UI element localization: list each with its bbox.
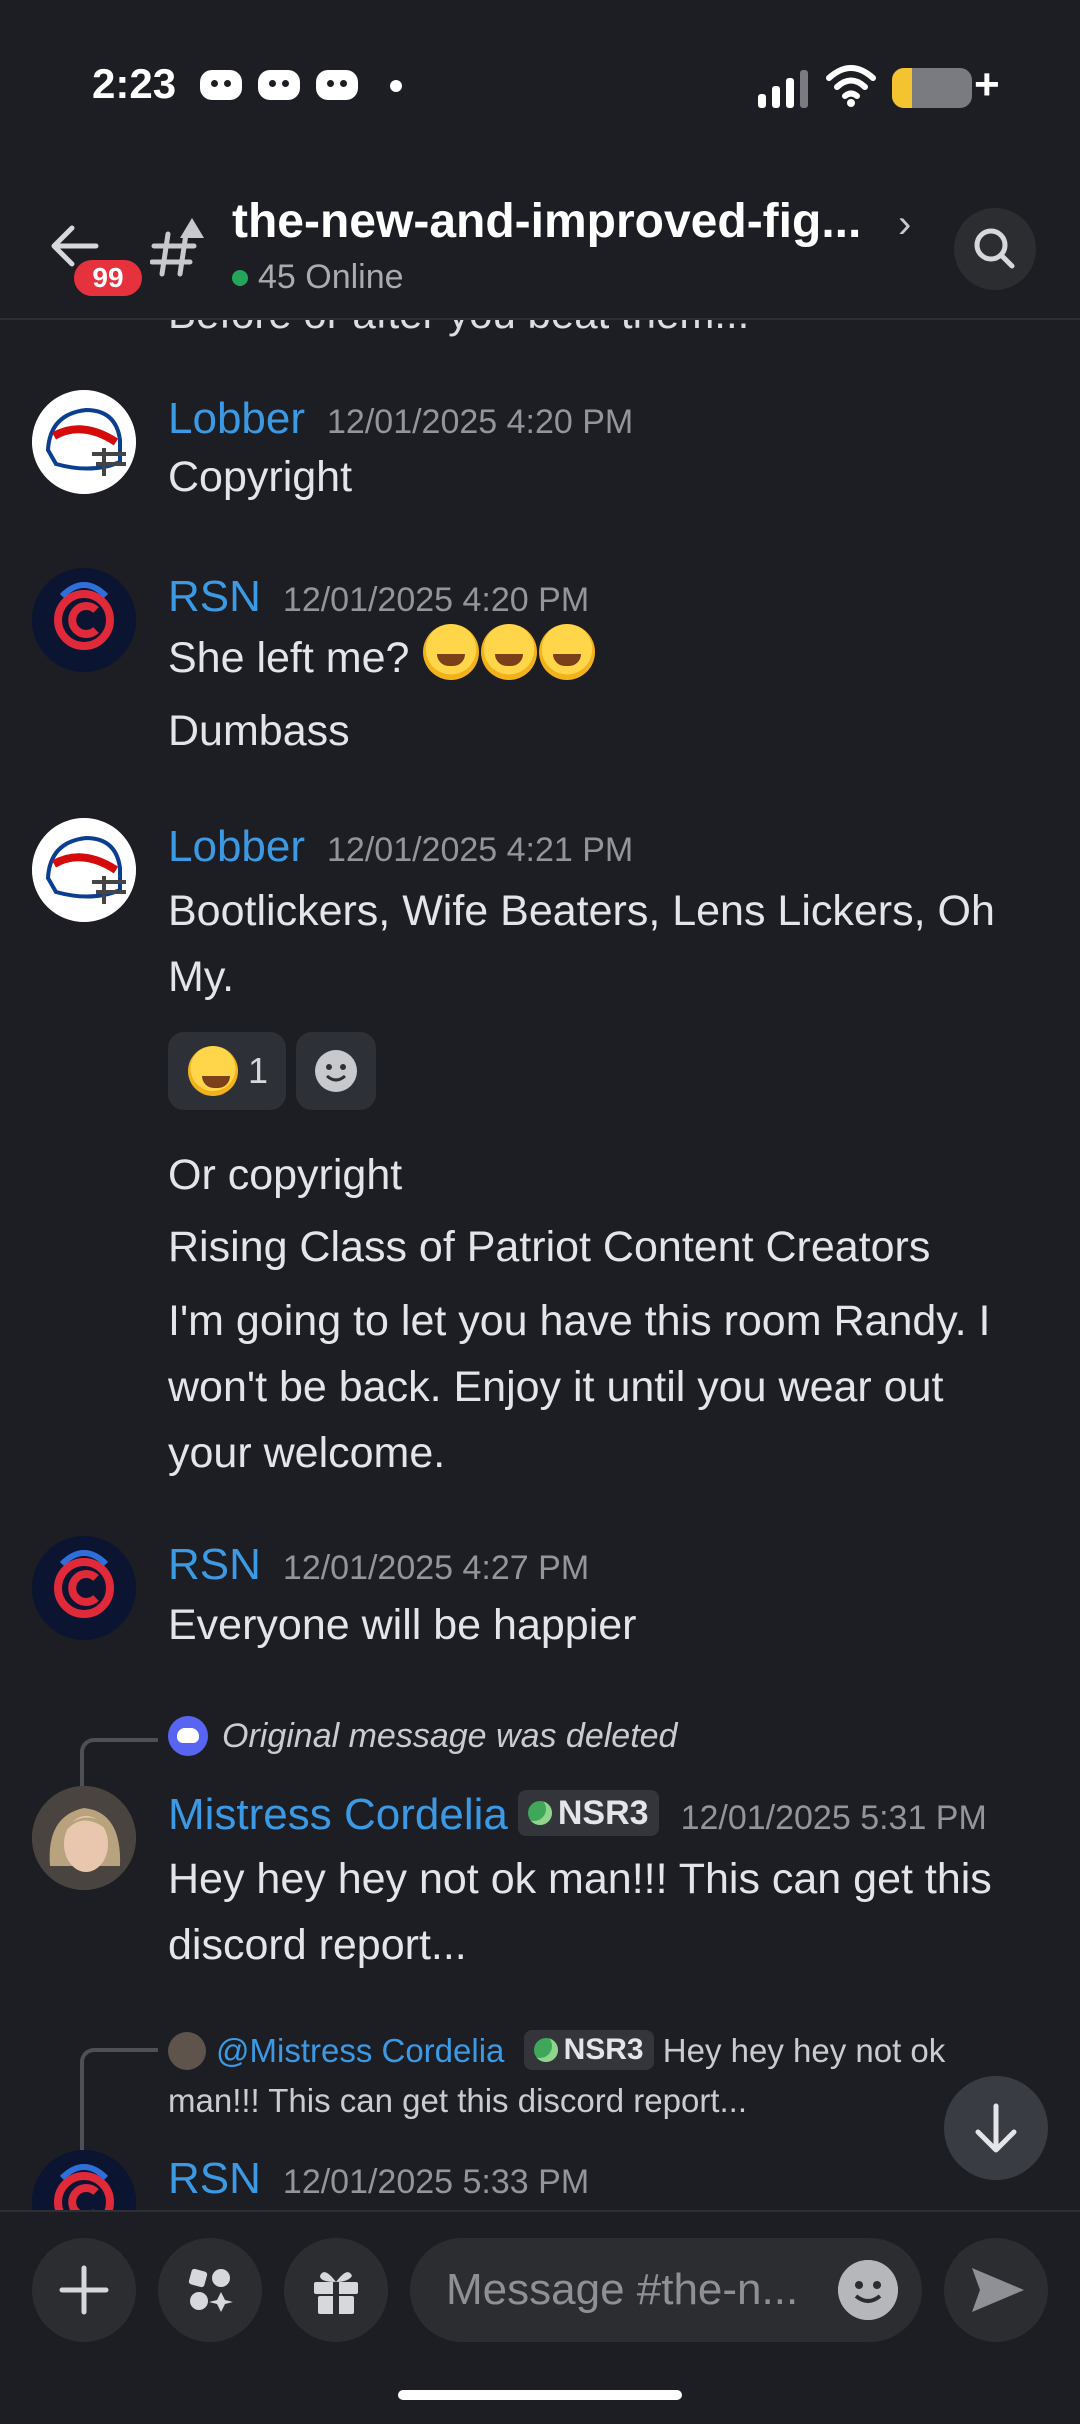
message-text: I'm going to let you have this room Rand… <box>168 1297 991 1345</box>
online-text: 45 Online <box>258 258 404 296</box>
status-time: 2:23 <box>92 60 177 107</box>
message-text: She left me? <box>168 624 596 691</box>
message-text: Bootlickers, Wife Beaters, Lens Lickers,… <box>168 887 995 935</box>
send-icon[interactable] <box>944 2238 1048 2342</box>
role-tag-label: NSR3 <box>557 1793 649 1832</box>
gift-icon[interactable] <box>284 2238 388 2342</box>
message-text: Hey hey hey not ok man!!! This can get t… <box>168 1855 992 1903</box>
author-name[interactable]: Mistress Cordelia <box>168 1790 508 1839</box>
signal-icon <box>758 68 808 108</box>
rofl-emoji-icon <box>481 624 538 680</box>
username[interactable]: RSN 12/01/2025 4:20 PM <box>168 572 589 622</box>
leaf-icon <box>527 1801 552 1825</box>
thread-hash-icon <box>150 218 204 277</box>
mini-avatar <box>168 2032 206 2070</box>
message-text-span: She left me? <box>168 634 410 682</box>
wifi-icon <box>826 65 876 107</box>
username[interactable]: Lobber 12/01/2025 4:20 PM <box>168 394 633 444</box>
message-input-wrapper[interactable] <box>410 2238 922 2342</box>
more-notifications-dot-icon <box>390 80 402 92</box>
username[interactable]: Mistress Cordelia NSR3 12/01/2025 5:31 PM <box>168 1790 987 1840</box>
timestamp: 12/01/2025 4:27 PM <box>282 1549 590 1587</box>
channel-title[interactable]: the-new-and-improved-fig... <box>232 194 892 249</box>
unread-badge: 99 <box>70 256 146 300</box>
avatar[interactable] <box>32 568 136 672</box>
add-reaction-button[interactable] <box>296 1032 376 1110</box>
reaction-count: 1 <box>247 1050 269 1091</box>
username[interactable]: Lobber 12/01/2025 4:21 PM <box>168 822 633 872</box>
game-controller-icon <box>200 70 242 100</box>
avatar[interactable] <box>32 1536 136 1640</box>
message-text: your welcome. <box>168 1429 446 1477</box>
battery-icon <box>892 68 972 108</box>
avatar[interactable] <box>32 818 136 922</box>
home-indicator[interactable] <box>398 2390 682 2400</box>
role-tag: NSR3 <box>523 2030 654 2070</box>
rofl-emoji-icon <box>539 624 596 680</box>
timestamp: 12/01/2025 4:20 PM <box>282 581 590 619</box>
plus-icon[interactable] <box>32 2238 136 2342</box>
charging-icon: + <box>974 60 1000 109</box>
timestamp: 12/01/2025 5:31 PM <box>680 1799 987 1837</box>
message-text: discord report... <box>168 1921 467 1969</box>
online-count: 45 Online <box>232 258 404 297</box>
game-controller-icon <box>258 70 300 100</box>
channel-header: 99 the-new-and-improved-fig... › 45 Onli… <box>0 180 1080 320</box>
emoji-icon[interactable] <box>838 2260 898 2320</box>
author-name[interactable]: RSN <box>168 1540 261 1589</box>
discord-icon <box>168 1716 208 1756</box>
apps-icon[interactable] <box>158 2238 262 2342</box>
role-tag[interactable]: NSR3 <box>517 1790 659 1836</box>
timestamp: 12/01/2025 4:21 PM <box>327 831 634 869</box>
author-name[interactable]: RSN <box>168 2154 261 2203</box>
search-icon[interactable] <box>954 208 1036 290</box>
game-controller-icon <box>316 70 358 100</box>
arrow-down-icon[interactable] <box>944 2076 1048 2180</box>
add-reaction-icon <box>315 1050 357 1092</box>
author-name[interactable]: Lobber <box>168 394 305 443</box>
avatar[interactable] <box>32 390 136 494</box>
online-status-dot <box>232 269 248 286</box>
reply-connector <box>80 2048 158 2158</box>
reply-text: Hey hey hey not ok <box>662 2032 946 2069</box>
status-bar: 2:23 + <box>0 0 1080 160</box>
chevron-right-icon[interactable]: › <box>898 202 911 247</box>
message-text: Everyone will be happier <box>168 1601 637 1649</box>
message-text: My. <box>168 953 235 1001</box>
leaf-icon <box>533 2038 558 2062</box>
reply-connector <box>80 1738 158 1786</box>
message-text: Dumbass <box>168 707 350 755</box>
reply-text: man!!! This can get this discord report.… <box>168 2082 747 2119</box>
message-text: won't be back. Enjoy it until you wear o… <box>168 1363 944 1411</box>
reply-mention[interactable]: @Mistress Cordelia <box>216 2032 504 2069</box>
message-text: Or copyright <box>168 1151 403 1199</box>
notification-icons <box>200 70 402 100</box>
reaction-laughing[interactable]: 1 <box>168 1032 286 1110</box>
avatar[interactable] <box>32 1786 136 1890</box>
laughing-emoji-icon <box>187 1046 238 1096</box>
rofl-emoji-icon <box>423 624 480 680</box>
timestamp: 12/01/2025 4:20 PM <box>327 403 634 441</box>
author-name[interactable]: Lobber <box>168 822 305 871</box>
message-text: Copyright <box>168 453 353 501</box>
role-tag-label: NSR3 <box>563 2033 644 2066</box>
message-input[interactable] <box>446 2238 816 2342</box>
reply-note: Original message was deleted <box>222 1716 678 1755</box>
message-text: Rising Class of Patriot Content Creators <box>168 1223 931 1271</box>
username[interactable]: RSN 12/01/2025 4:27 PM <box>168 1540 589 1590</box>
reply-preview[interactable]: @Mistress Cordelia NSR3 Hey hey hey not … <box>168 2026 988 2126</box>
author-name[interactable]: RSN <box>168 572 261 621</box>
timestamp: 12/01/2025 5:33 PM <box>282 2163 590 2201</box>
reply-reference[interactable]: Original message was deleted <box>168 1716 677 1756</box>
username[interactable]: RSN 12/01/2025 5:33 PM <box>168 2154 589 2204</box>
